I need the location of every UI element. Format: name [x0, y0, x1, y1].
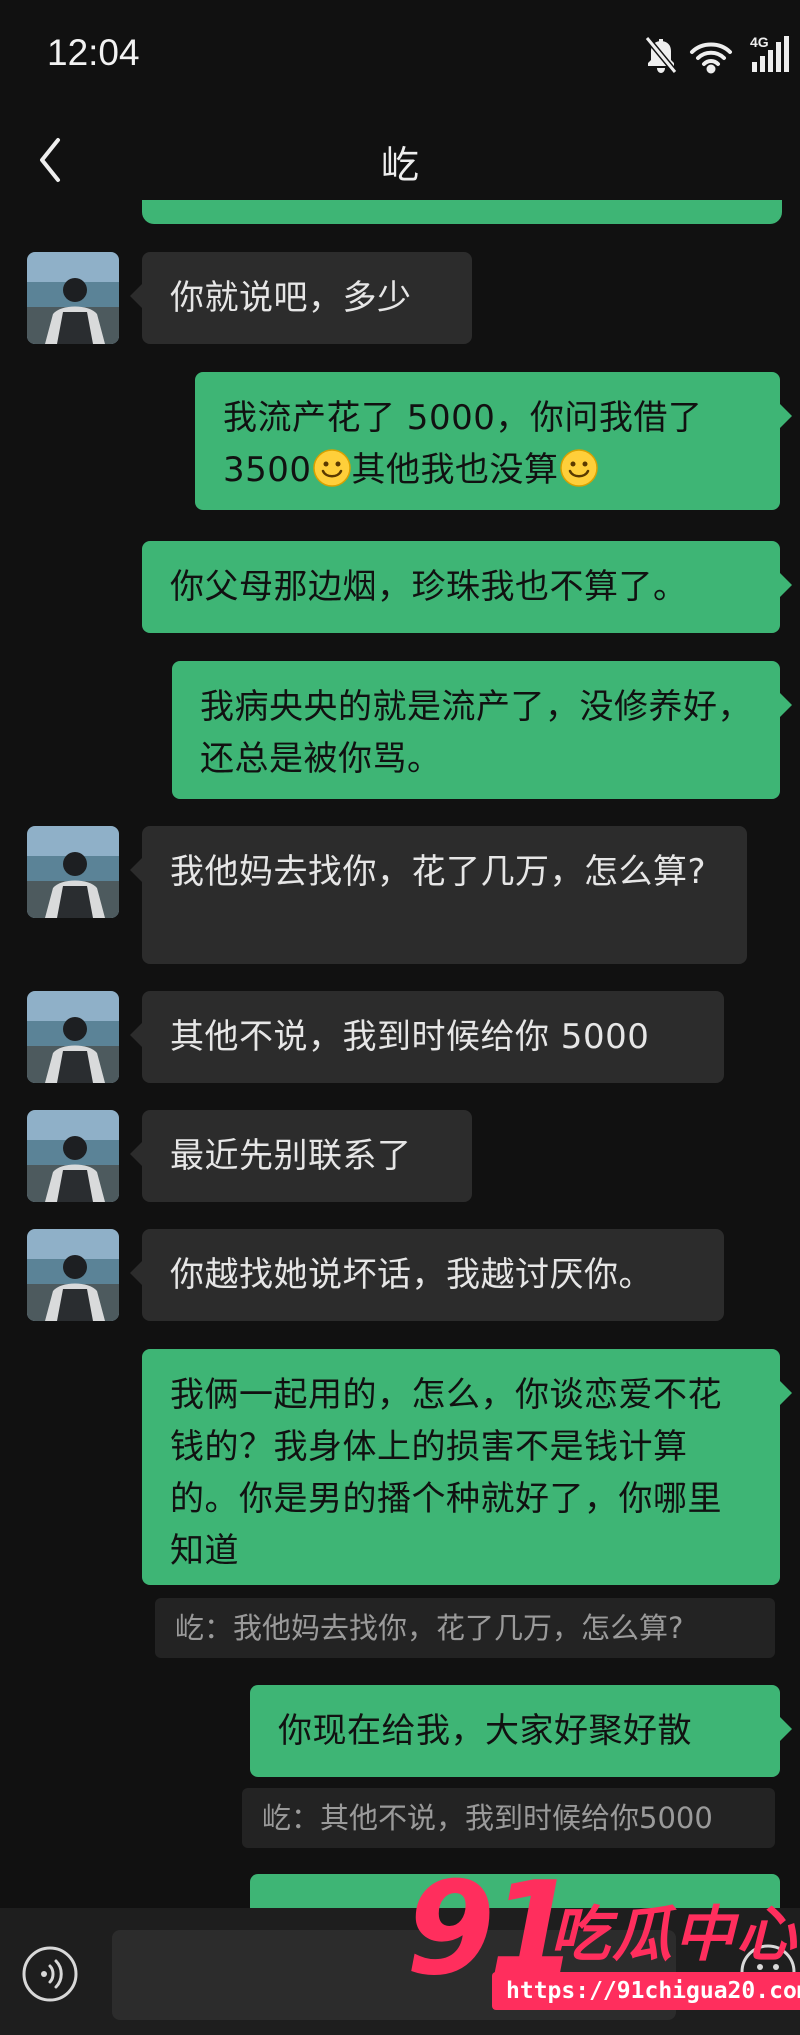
avatar-photo [27, 1110, 119, 1202]
signal-4g-icon: 4G [750, 34, 789, 72]
contact-avatar[interactable] [27, 252, 119, 344]
previous-message-bubble [142, 200, 782, 224]
quoted-reply[interactable]: 屹：其他不说，我到时候给你5000 [242, 1788, 775, 1848]
outgoing-message[interactable]: 你现在给我，大家好聚好散 [250, 1685, 792, 1777]
status-time: 12:04 [47, 32, 140, 73]
message-text: 你就说吧，多少 [170, 278, 412, 318]
outgoing-message[interactable]: 我俩一起用的，怎么，你谈恋爱不花钱的？我身体上的损害不是钱计算的。你是男的播个种… [142, 1349, 792, 1585]
message-text: 你越找她说坏话，我越讨厌你。 [170, 1255, 653, 1295]
message-text: 最近先别联系了 [170, 1136, 412, 1176]
message-text: 你现在给我，大家好聚好散 [278, 1711, 692, 1751]
contact-avatar[interactable] [27, 1110, 119, 1202]
message-text: 我俩一起用的，怎么，你谈恋爱不花钱的？我身体上的损害不是钱计算的。你是男的播个种… [170, 1375, 722, 1571]
outgoing-message[interactable]: 我病央央的就是流产了，没修养好，还总是被你骂。 [172, 661, 792, 799]
avatar-photo [27, 826, 119, 918]
outgoing-message[interactable]: 我流产花了 5000，你问我借了 3500 其他我也没算 [195, 372, 792, 510]
quoted-reply[interactable]: 屹：我他妈去找你，花了几万，怎么算? [155, 1598, 775, 1658]
chat-screen: 12:04 4G 屹 你就说吧，多少 我流产花了 5000，你问我借了 3500… [0, 0, 800, 2035]
message-text: 我他妈去找你，花了几万，怎么算? [170, 852, 707, 892]
incoming-message[interactable]: 你就说吧，多少 [130, 252, 472, 344]
site-watermark: 91 吃瓜中心 https://91chigua20.com [400, 1860, 800, 2035]
incoming-message[interactable]: 你越找她说坏话，我越讨厌你。 [130, 1229, 724, 1321]
watermark-text: 吃瓜中心 [550, 1900, 798, 1970]
incoming-message[interactable]: 其他不说，我到时候给你 5000 [130, 991, 724, 1083]
incoming-message[interactable]: 我他妈去找你，花了几万，怎么算? [130, 826, 747, 964]
message-text: 你父母那边烟，珍珠我也不算了。 [170, 567, 688, 607]
chat-header: 屹 [0, 110, 800, 210]
message-text: 其他我也没算 [351, 450, 559, 490]
smile-emoji-icon [559, 449, 598, 487]
wifi-icon [690, 42, 732, 74]
contact-avatar[interactable] [27, 991, 119, 1083]
contact-avatar[interactable] [27, 1229, 119, 1321]
outgoing-message[interactable]: 你父母那边烟，珍珠我也不算了。 [142, 541, 792, 633]
incoming-message[interactable]: 最近先别联系了 [130, 1110, 472, 1202]
message-text: 其他不说，我到时候给你 5000 [170, 1017, 650, 1057]
avatar-photo [27, 252, 119, 344]
message-text: 我病央央的就是流产了，没修养好，还总是被你骂。 [200, 687, 752, 779]
voice-input-icon[interactable] [20, 1944, 80, 2004]
mute-bell-icon [644, 36, 678, 74]
avatar-photo [27, 991, 119, 1083]
status-icons: 4G [644, 34, 789, 74]
watermark-url: https://91chigua20.com [492, 1972, 800, 2010]
smile-emoji-icon [312, 449, 351, 487]
avatar-photo [27, 1229, 119, 1321]
chat-title: 屹 [380, 143, 419, 187]
contact-avatar[interactable] [27, 826, 119, 918]
status-bar: 12:04 4G [0, 0, 800, 110]
network-label: 4G [750, 34, 769, 50]
